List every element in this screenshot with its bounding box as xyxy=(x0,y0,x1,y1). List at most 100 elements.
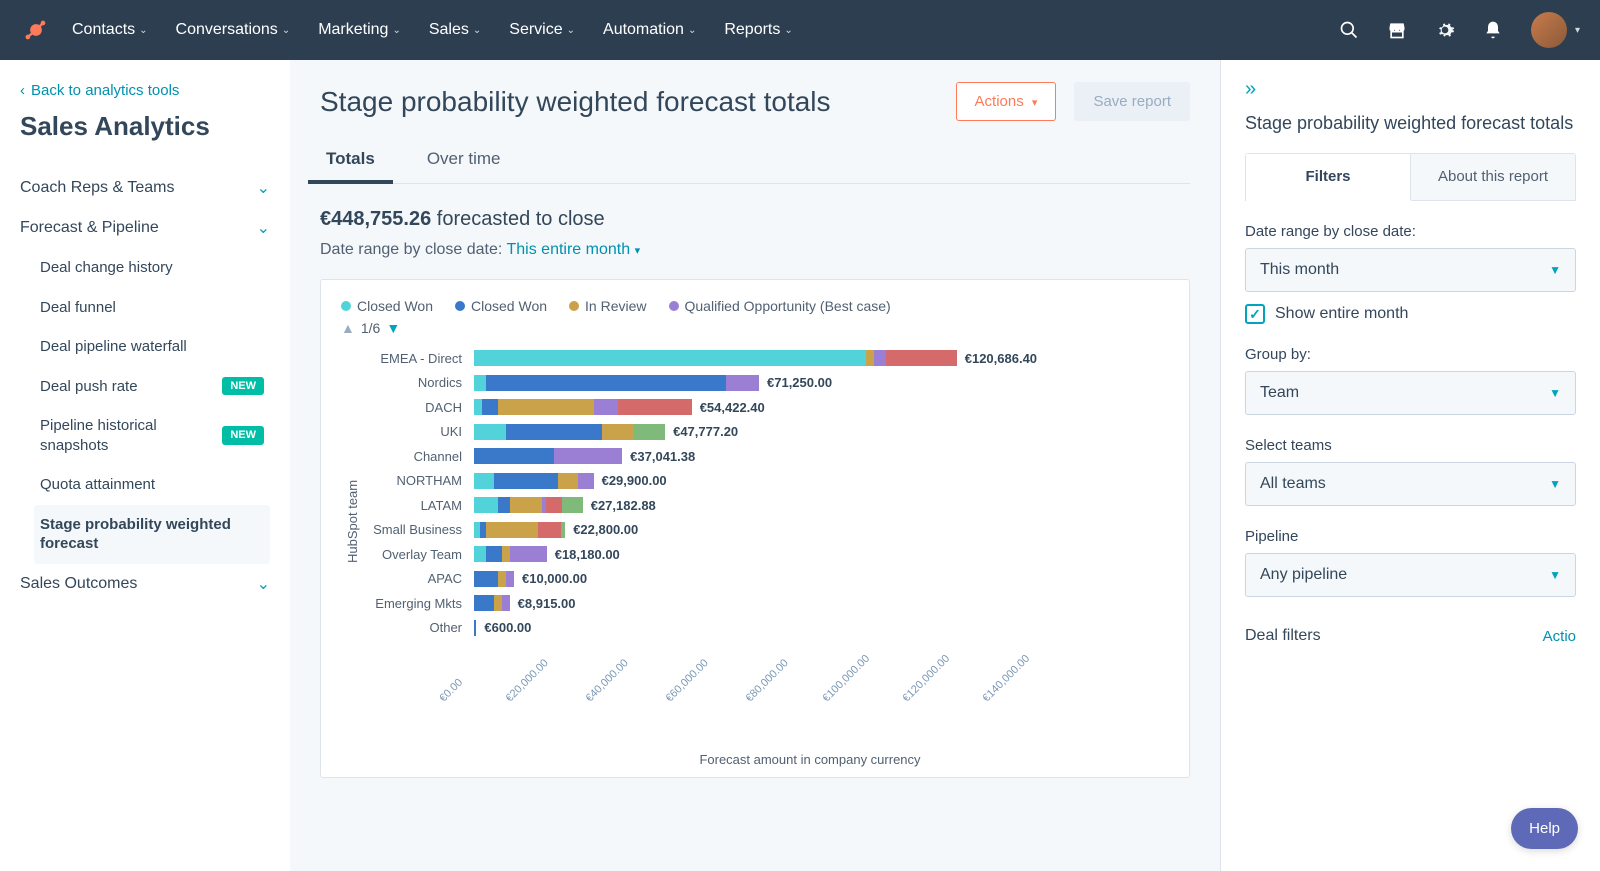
section-coach[interactable]: Coach Reps & Teams ⌄ xyxy=(20,168,270,208)
chart-segment[interactable] xyxy=(474,448,554,464)
chart-segment[interactable] xyxy=(474,571,498,587)
chart-value-label: €18,180.00 xyxy=(555,547,620,562)
chart-segment[interactable] xyxy=(502,546,510,562)
marketplace-icon[interactable] xyxy=(1387,20,1407,40)
chart-x-axis: €0.00€20,000.00€40,000.00€60,000.00€80,0… xyxy=(451,696,1169,756)
chart-segment[interactable] xyxy=(726,375,759,391)
tab-totals[interactable]: Totals xyxy=(320,139,381,183)
chart-segment[interactable] xyxy=(546,497,562,513)
nav-item-reports[interactable]: Reports⌄ xyxy=(724,21,792,39)
account-menu[interactable]: ▾ xyxy=(1531,12,1580,48)
tab-over-time[interactable]: Over time xyxy=(421,139,507,183)
chart-segment[interactable] xyxy=(474,620,476,636)
chart-segment[interactable] xyxy=(510,546,547,562)
chart-segment[interactable] xyxy=(866,350,874,366)
nav-item-automation[interactable]: Automation⌄ xyxy=(603,21,696,39)
tab-about[interactable]: About this report xyxy=(1411,154,1575,200)
actions-button[interactable]: Actions ▾ xyxy=(956,82,1057,121)
nav-item-contacts[interactable]: Contacts⌄ xyxy=(72,21,148,39)
select-daterange[interactable]: This month ▼ xyxy=(1245,248,1576,292)
daterange-dropdown[interactable]: This entire month ▾ xyxy=(507,241,641,258)
deal-filters-action-link[interactable]: Actio xyxy=(1543,628,1576,645)
chart-segment[interactable] xyxy=(494,473,558,489)
pager-prev-icon[interactable]: ▲ xyxy=(341,320,355,336)
section-outcomes[interactable]: Sales Outcomes ⌄ xyxy=(20,564,270,604)
chart-row-label: UKI xyxy=(364,424,468,439)
pager-next-icon[interactable]: ▼ xyxy=(386,320,400,336)
right-panel-title: Stage probability weighted forecast tota… xyxy=(1245,111,1576,135)
chart-segment[interactable] xyxy=(498,571,506,587)
sidebar-item-deal-pipeline-waterfall[interactable]: Deal pipeline waterfall xyxy=(34,327,270,367)
daterange-line: Date range by close date: This entire mo… xyxy=(320,241,1190,259)
sidebar-item-pipeline-historical-snapshots[interactable]: Pipeline historical snapshotsNEW xyxy=(34,406,270,465)
chart-segment[interactable] xyxy=(506,571,514,587)
chart-segment[interactable] xyxy=(486,546,502,562)
chart-segment[interactable] xyxy=(474,424,506,440)
chart-row: LATAM€27,182.88 xyxy=(474,493,1169,518)
chart-segment[interactable] xyxy=(494,595,502,611)
chart-segment[interactable] xyxy=(474,546,486,562)
chart-segment[interactable] xyxy=(502,595,510,611)
chart-segment[interactable] xyxy=(594,399,618,415)
chart-segment[interactable] xyxy=(562,497,583,513)
chart-segment[interactable] xyxy=(474,595,494,611)
chart-segment[interactable] xyxy=(538,522,561,538)
chart-segment[interactable] xyxy=(558,473,578,489)
chart-segment[interactable] xyxy=(510,497,542,513)
chart-segment[interactable] xyxy=(474,350,866,366)
collapse-panel-icon[interactable]: » xyxy=(1245,78,1576,101)
chart-row-label: EMEA - Direct xyxy=(364,351,468,366)
chart-segment[interactable] xyxy=(474,473,494,489)
legend-item: In Review xyxy=(569,298,646,314)
sidebar-item-quota-attainment[interactable]: Quota attainment xyxy=(34,465,270,505)
legend-item: Closed Won xyxy=(341,298,433,314)
checkbox-show-entire-month[interactable]: ✓ Show entire month xyxy=(1245,304,1576,324)
gear-icon[interactable] xyxy=(1435,20,1455,40)
bell-icon[interactable] xyxy=(1483,20,1503,40)
sidebar-item-deal-change-history[interactable]: Deal change history xyxy=(34,248,270,288)
chart-row: Other€600.00 xyxy=(474,616,1169,641)
chart-segment[interactable] xyxy=(578,473,594,489)
back-link[interactable]: ‹ Back to analytics tools xyxy=(20,82,270,99)
chart-segment[interactable] xyxy=(474,497,498,513)
chart-segment[interactable] xyxy=(498,497,510,513)
help-button[interactable]: Help xyxy=(1511,808,1578,849)
chevron-down-icon: ▾ xyxy=(1575,25,1580,36)
chart-segment[interactable] xyxy=(474,375,486,391)
hubspot-logo-icon[interactable] xyxy=(20,14,52,46)
chart-segment[interactable] xyxy=(886,350,957,366)
chart-segment[interactable] xyxy=(506,424,602,440)
sidebar-item-deal-funnel[interactable]: Deal funnel xyxy=(34,288,270,328)
nav-item-sales[interactable]: Sales⌄ xyxy=(429,21,481,39)
chart-row-label: Channel xyxy=(364,449,468,464)
tab-filters[interactable]: Filters xyxy=(1246,154,1411,201)
select-groupby[interactable]: Team ▼ xyxy=(1245,371,1576,415)
nav-item-service[interactable]: Service⌄ xyxy=(509,21,575,39)
chart-segment[interactable] xyxy=(486,375,726,391)
chart-segment[interactable] xyxy=(561,522,565,538)
save-report-button[interactable]: Save report xyxy=(1074,82,1190,121)
chart-segment[interactable] xyxy=(486,522,538,538)
chart-segment[interactable] xyxy=(602,424,634,440)
select-teams[interactable]: All teams ▼ xyxy=(1245,462,1576,506)
chevron-left-icon: ‹ xyxy=(20,82,25,99)
chart-segment[interactable] xyxy=(618,399,692,415)
chart-segment[interactable] xyxy=(498,399,594,415)
field-label-pipeline: Pipeline xyxy=(1245,528,1576,545)
select-pipeline[interactable]: Any pipeline ▼ xyxy=(1245,553,1576,597)
chart-segment[interactable] xyxy=(874,350,886,366)
nav-item-marketing[interactable]: Marketing⌄ xyxy=(318,21,401,39)
nav-item-conversations[interactable]: Conversations⌄ xyxy=(176,21,291,39)
chart-row: Small Business€22,800.00 xyxy=(474,518,1169,543)
section-forecast[interactable]: Forecast & Pipeline ⌄ xyxy=(20,208,270,248)
top-nav: Contacts⌄ Conversations⌄ Marketing⌄ Sales⌄ S… xyxy=(0,0,1600,60)
chart-segment[interactable] xyxy=(634,424,665,440)
chart-value-label: €37,041.38 xyxy=(630,449,695,464)
search-icon[interactable] xyxy=(1339,20,1359,40)
sidebar-item-deal-push-rate[interactable]: Deal push rateNEW xyxy=(34,367,270,407)
sidebar-item-stage-probability-weighted-forecast[interactable]: Stage probability weighted forecast xyxy=(34,505,270,564)
chart-segment[interactable] xyxy=(474,399,482,415)
chart-segment[interactable] xyxy=(482,399,498,415)
chart-segment[interactable] xyxy=(554,448,622,464)
chart-row-label: DACH xyxy=(364,400,468,415)
